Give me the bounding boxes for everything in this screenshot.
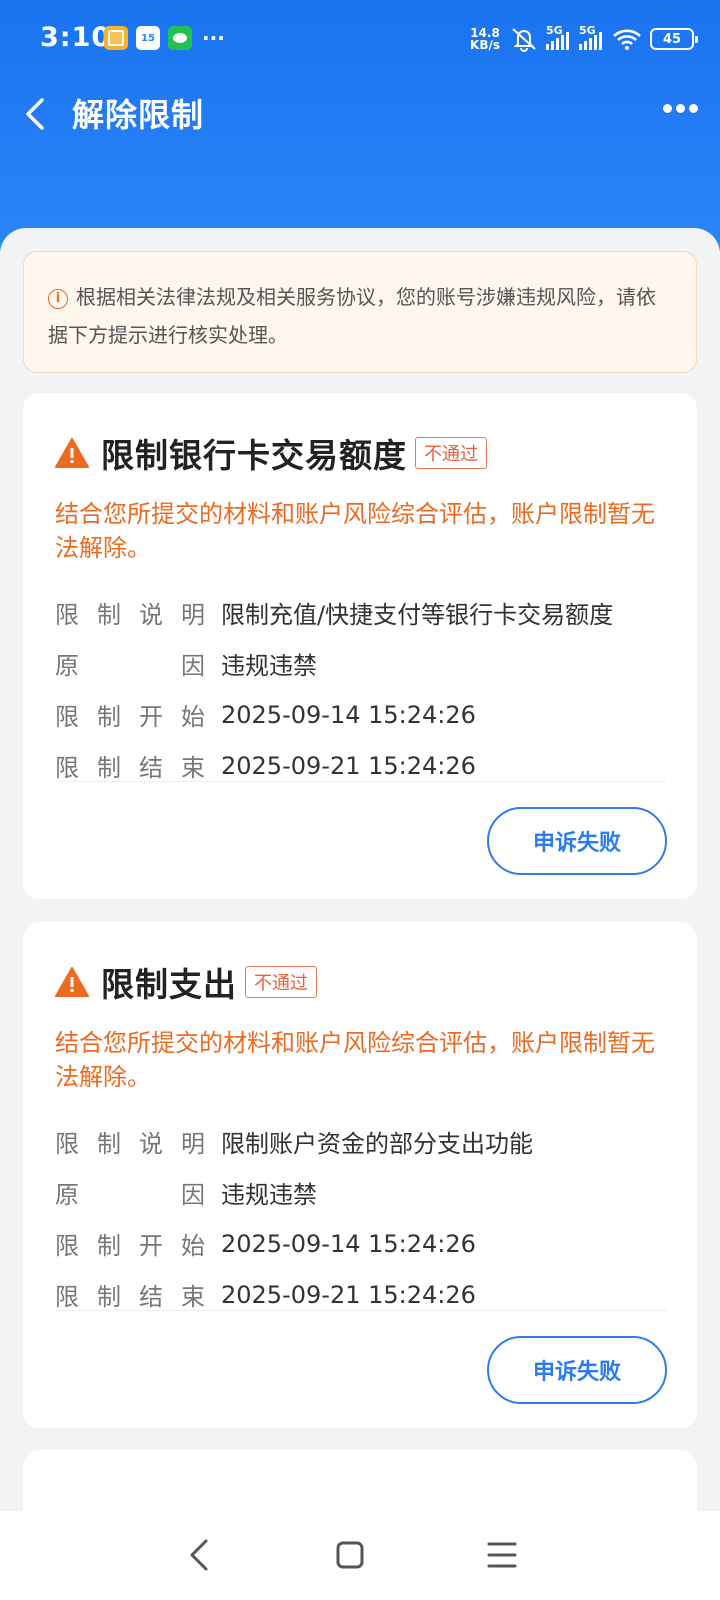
restriction-card: 限制银行卡交易额度 不通过 结合您所提交的材料和账户风险综合评估，账户限制暂无法… xyxy=(23,393,697,899)
detail-row-description: 限制说明 限制充值/快捷支付等银行卡交易额度 xyxy=(55,587,667,638)
more-dots-icon xyxy=(663,104,672,113)
appeal-button[interactable]: 申诉失败 xyxy=(487,807,667,875)
system-home-button[interactable] xyxy=(328,1533,372,1577)
notice-text: 根据相关法律法规及相关服务协议，您的账号涉嫌违规风险，请依据下方提示进行核实处理… xyxy=(48,285,656,347)
system-navigation-bar xyxy=(0,1511,720,1600)
signal-icon: 5G xyxy=(546,24,571,50)
restriction-title: 限制银行卡交易额度 xyxy=(101,436,407,475)
back-chevron-icon xyxy=(190,1539,208,1571)
detail-value: 2025-09-21 15:24:26 xyxy=(221,751,476,780)
detail-label: 限制开始 xyxy=(55,703,205,731)
detail-label: 限制说明 xyxy=(55,601,205,629)
sim1-network-type: 5G xyxy=(546,24,563,37)
restriction-details: 限制说明 限制账户资金的部分支出功能 原因 违规违禁 限制开始 2025-09-… xyxy=(55,1116,667,1320)
detail-label: 原因 xyxy=(55,1181,205,1209)
system-back-button[interactable] xyxy=(178,1533,222,1577)
more-options-button[interactable] xyxy=(659,104,698,113)
card-header: 限制银行卡交易额度 不通过 xyxy=(55,429,487,477)
network-speed: 14.8 KB/s xyxy=(470,27,500,51)
battery-icon: 45 xyxy=(650,28,698,50)
warning-icon xyxy=(55,438,89,468)
divider xyxy=(55,781,667,782)
status-badge: 不通过 xyxy=(415,437,487,469)
detail-label: 原因 xyxy=(55,652,205,680)
detail-value: 违规违禁 xyxy=(221,1181,317,1209)
detail-row-start: 限制开始 2025-09-14 15:24:26 xyxy=(55,689,667,740)
detail-label: 限制说明 xyxy=(55,1130,205,1158)
wechat-icon xyxy=(168,26,192,50)
detail-value: 2025-09-21 15:24:26 xyxy=(221,1280,476,1309)
restriction-title: 限制支出 xyxy=(101,965,237,1004)
detail-label: 限制结束 xyxy=(55,1283,205,1311)
page-title: 解除限制 xyxy=(72,96,205,134)
wifi-icon xyxy=(612,27,642,51)
detail-row-reason: 原因 违规违禁 xyxy=(55,1167,667,1218)
status-time: 3:10 xyxy=(40,22,112,53)
info-icon: i xyxy=(48,289,68,309)
mute-icon xyxy=(510,26,538,52)
detail-value: 2025-09-14 15:24:26 xyxy=(221,1229,476,1258)
detail-value: 限制充值/快捷支付等银行卡交易额度 xyxy=(221,601,614,629)
notification-icons: 15 ··· xyxy=(104,26,225,50)
restriction-card-partial xyxy=(23,1450,697,1511)
risk-notice-banner: i 根据相关法律法规及相关服务协议，您的账号涉嫌违规风险，请依据下方提示进行核实处… xyxy=(23,251,697,373)
system-status-icons: 14.8 KB/s 5G 5G 45 xyxy=(470,24,698,54)
detail-row-start: 限制开始 2025-09-14 15:24:26 xyxy=(55,1218,667,1269)
restriction-message: 结合您所提交的材料和账户风险综合评估，账户限制暂无法解除。 xyxy=(55,1029,655,1091)
more-notifications-indicator: ··· xyxy=(202,26,225,50)
signal-icon-2: 5G xyxy=(579,24,604,50)
status-bar: 3:10 15 ··· 14.8 KB/s 5G 5G 45 xyxy=(0,0,720,80)
card-header: 限制支出 不通过 xyxy=(55,958,317,1006)
restriction-details: 限制说明 限制充值/快捷支付等银行卡交易额度 原因 违规违禁 限制开始 2025… xyxy=(55,587,667,791)
detail-value: 限制账户资金的部分支出功能 xyxy=(221,1130,533,1158)
detail-value: 2025-09-14 15:24:26 xyxy=(221,700,476,729)
appeal-button[interactable]: 申诉失败 xyxy=(487,1336,667,1404)
restriction-message: 结合您所提交的材料和账户风险综合评估，账户限制暂无法解除。 xyxy=(55,500,655,562)
detail-label: 限制开始 xyxy=(55,1232,205,1260)
detail-row-reason: 原因 违规违禁 xyxy=(55,638,667,689)
detail-label: 限制结束 xyxy=(55,754,205,782)
detail-row-end: 限制结束 2025-09-21 15:24:26 xyxy=(55,1269,667,1320)
detail-row-end: 限制结束 2025-09-21 15:24:26 xyxy=(55,740,667,791)
calendar-app-icon: 15 xyxy=(136,26,160,50)
status-badge: 不通过 xyxy=(245,966,317,998)
sim2-network-type: 5G xyxy=(579,24,596,37)
detail-row-description: 限制说明 限制账户资金的部分支出功能 xyxy=(55,1116,667,1167)
system-menu-button[interactable] xyxy=(480,1533,524,1577)
back-button[interactable] xyxy=(20,92,60,136)
back-arrow-icon xyxy=(26,98,44,130)
home-square-icon xyxy=(336,1541,364,1569)
restriction-card: 限制支出 不通过 结合您所提交的材料和账户风险综合评估，账户限制暂无法解除。 限… xyxy=(23,922,697,1428)
network-speed-unit: KB/s xyxy=(470,38,500,52)
detail-value: 违规违禁 xyxy=(221,652,317,680)
navigation-bar: 解除限制 xyxy=(0,80,720,150)
notes-app-icon xyxy=(104,26,128,50)
warning-icon xyxy=(55,967,89,997)
menu-lines-icon xyxy=(487,1542,517,1568)
divider xyxy=(55,1310,667,1311)
main-content[interactable]: i 根据相关法律法规及相关服务协议，您的账号涉嫌违规风险，请依据下方提示进行核实处… xyxy=(0,228,720,1511)
